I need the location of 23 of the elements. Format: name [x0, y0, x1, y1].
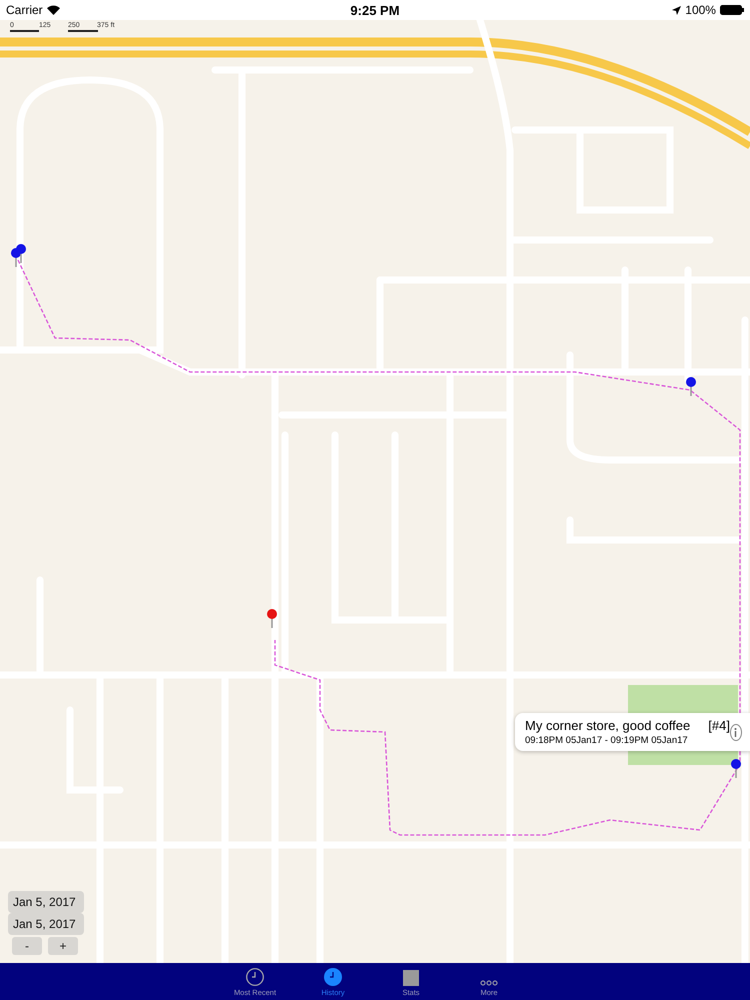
info-button[interactable] — [730, 724, 742, 740]
map-pin-icon[interactable] — [731, 759, 741, 778]
battery-level: 100% — [685, 3, 716, 17]
clock-icon — [324, 968, 342, 986]
callout-title: My corner store, good coffee — [525, 718, 690, 733]
callout-time-range: 09:18PM 05Jan17 - 09:19PM 05Jan17 — [525, 735, 689, 746]
zoom-button[interactable]: + — [48, 937, 78, 955]
start-date-button[interactable]: Jan 5, 2017 — [8, 891, 84, 913]
map-pin-icon[interactable] — [686, 377, 696, 396]
battery-icon — [720, 5, 744, 15]
end-date-button[interactable]: Jan 5, 2017 — [8, 913, 84, 935]
zoom-button[interactable]: - — [12, 937, 42, 955]
callout-number: [#4] — [708, 718, 730, 733]
map-pin-icon[interactable] — [16, 244, 26, 263]
square-icon — [403, 970, 419, 986]
wifi-icon — [46, 5, 60, 15]
carrier-label: Carrier — [6, 3, 43, 17]
location-arrow-icon — [672, 6, 682, 14]
more-icon — [480, 980, 498, 986]
info-icon — [734, 728, 738, 736]
map-pin-icon[interactable] — [267, 609, 277, 628]
clock-icon — [246, 968, 264, 986]
status-time: 9:25 PM — [350, 2, 400, 18]
